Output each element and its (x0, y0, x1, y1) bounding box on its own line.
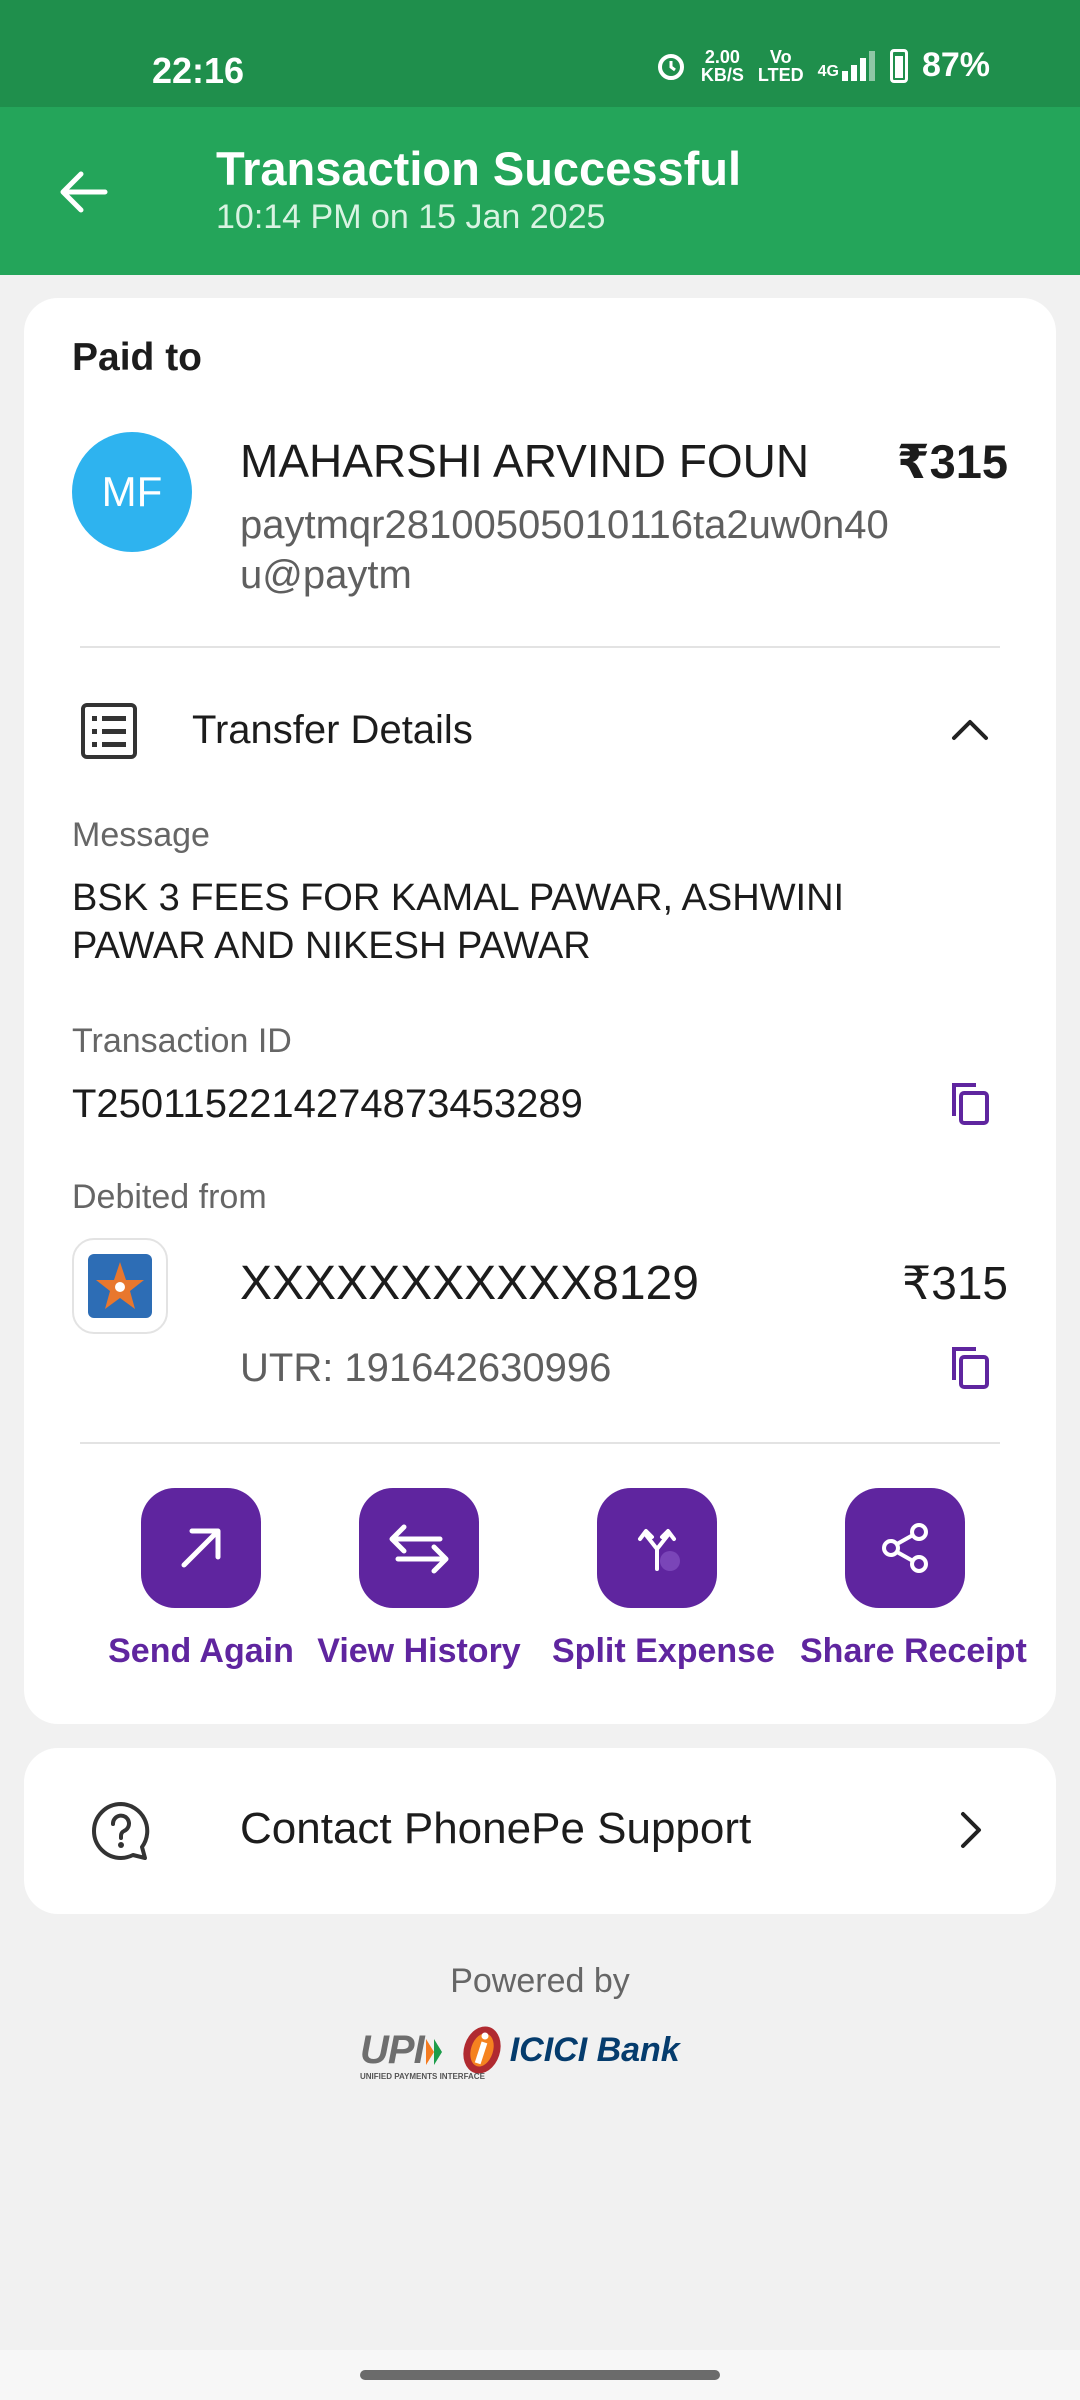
support-row[interactable]: Contact PhonePe Support (24, 1748, 1056, 1914)
avatar: MF (72, 432, 192, 552)
support-label: Contact PhonePe Support (240, 1804, 752, 1853)
navigation-bar (0, 2350, 1080, 2400)
arrow-up-right-icon (181, 1528, 221, 1568)
help-bubble-icon (92, 1802, 150, 1860)
status-time: 22:16 (152, 50, 245, 91)
icici-logo: ICICI Bank (460, 2024, 680, 2076)
battery-icon (889, 48, 908, 83)
signal-indicator: 4G (818, 50, 876, 81)
send-again-button[interactable]: Send Again (96, 1488, 306, 1671)
bank-account-number: XXXXXXXXXXX8129 (240, 1257, 699, 1310)
payee-name: MAHARSHI ARVIND FOUN (240, 435, 810, 487)
battery-level: 87% (921, 46, 990, 84)
status-bar: 22:16 2.00 KB/S Vo LTED 4G 87% (0, 0, 1080, 107)
network-speed: 2.00 KB/S (700, 46, 744, 85)
arrow-left-icon (60, 171, 108, 213)
volte-indicator: Vo LTED (757, 46, 804, 85)
utr-number: UTR: 191642630996 (240, 1346, 612, 1390)
chevron-right-icon (961, 1812, 981, 1848)
bank-logo (72, 1238, 168, 1334)
signal-icon (841, 50, 875, 81)
debited-from-label: Debited from (72, 1178, 267, 1216)
transaction-card: Paid to MF MAHARSHI ARVIND FOUN ₹315 pay… (24, 298, 1056, 1724)
debit-amount: ₹315 (901, 1257, 1008, 1309)
share-receipt-button[interactable]: Share Receipt (800, 1488, 1027, 1671)
receipt-list-icon (81, 703, 137, 759)
share-icon (882, 1523, 928, 1573)
partner-logos: UPI UNIFIED PAYMENTS INTERFACE ICICI Ban… (360, 2020, 720, 2081)
status-indicators: 2.00 KB/S Vo LTED 4G 87% (655, 46, 990, 85)
upi-arrow-icon (425, 2038, 442, 2065)
upi-logo: UPI UNIFIED PAYMENTS INTERFACE (360, 2027, 485, 2081)
chevron-up-icon[interactable] (948, 708, 992, 752)
copy-icon[interactable] (948, 1080, 992, 1128)
split-expense-button[interactable]: Split Expense (552, 1488, 775, 1671)
powered-by-label: Powered by (450, 1962, 630, 2000)
back-button[interactable] (50, 159, 116, 225)
message-label: Message (72, 816, 210, 854)
home-gesture-handle[interactable] (360, 2370, 720, 2380)
payee-amount: ₹315 (896, 435, 1008, 488)
copy-icon[interactable] (948, 1344, 992, 1392)
payee-vpa: paytmqr28100505010116ta2uw0n40u@paytm (240, 503, 889, 597)
transfer-details-label[interactable]: Transfer Details (192, 708, 473, 753)
quick-actions: Send Again View History Split Expense Sh… (24, 1488, 1056, 1688)
paid-to-label: Paid to (72, 336, 203, 379)
app-header: Transaction Successful 10:14 PM on 15 Ja… (0, 107, 1080, 275)
view-history-button[interactable]: View History (314, 1488, 524, 1671)
transaction-id: T2501152214274873453289 (72, 1082, 583, 1126)
swap-arrows-icon (389, 1524, 449, 1574)
transaction-timestamp: 10:14 PM on 15 Jan 2025 (216, 198, 606, 236)
icici-emblem-icon (463, 2026, 501, 2074)
alarm-icon (657, 53, 684, 80)
page-title: Transaction Successful (216, 142, 742, 195)
bank-star-icon (88, 1254, 152, 1318)
split-icon (638, 1529, 680, 1571)
message-text: BSK 3 FEES FOR KAMAL PAWAR, ASHWINI PAWA… (72, 877, 845, 967)
transaction-id-label: Transaction ID (72, 1022, 292, 1060)
divider (80, 646, 1000, 648)
divider (80, 1442, 1000, 1444)
